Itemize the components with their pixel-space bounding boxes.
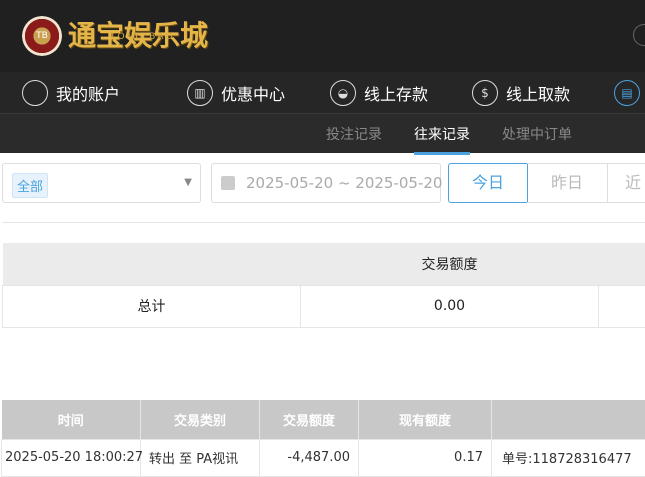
summary-header: 交易额度: [300, 243, 599, 285]
column-header: 交易类别: [140, 400, 260, 439]
type-tag[interactable]: 全部: [12, 173, 49, 198]
yesterday-button[interactable]: 昨日: [527, 163, 608, 203]
nav-promotions[interactable]: ▥ 优惠中心: [187, 80, 285, 106]
column-header: [491, 400, 645, 439]
nav-label: 线上存款: [364, 85, 429, 104]
date-range-input[interactable]: 2025-05-20 ~ 2025-05-20: [211, 163, 443, 203]
sub-nav: 投注记录 往来记录 处理中订单: [0, 114, 645, 155]
column-header: 现有额度: [358, 400, 492, 439]
recent-days-button[interactable]: 近: [607, 163, 645, 203]
header: TB 通宝娱乐城 TONG BAO: [0, 0, 645, 72]
logo-chip-icon: TB: [22, 16, 62, 56]
divider: [2, 222, 645, 223]
summary-cell: 总计: [2, 284, 301, 328]
nav-records[interactable]: ▤: [614, 80, 640, 106]
nav-label: 我的账户: [56, 85, 121, 104]
summary-cell: 0.00: [300, 284, 599, 328]
column-header: 交易额度: [259, 400, 359, 439]
transactions-table: 时间 交易类别 交易额度 现有额度 2025-05-20 18:00:27 转出…: [1, 400, 645, 477]
calendar-icon: [221, 176, 235, 190]
cell-amount: -4,487.00: [259, 438, 359, 477]
cell-time: 2025-05-20 18:00:27: [1, 438, 143, 477]
logo-subtext: TONG BAO: [110, 32, 175, 42]
type-select[interactable]: 全部 ▼: [2, 163, 201, 203]
nav-label: 线上取款: [506, 85, 571, 104]
main-nav: 我的账户 ▥ 优惠中心 ◒ 线上存款 $ 线上取款 ▤: [0, 72, 645, 114]
nav-label: 优惠中心: [221, 85, 286, 104]
caret-down-icon: ▼: [184, 177, 192, 188]
summary-row: 总计 0.00: [2, 284, 645, 328]
tab-pending-orders[interactable]: 处理中订单: [502, 124, 572, 144]
deposit-icon: ◒: [330, 80, 356, 106]
summary-header: [598, 243, 645, 285]
record-icon: ▤: [614, 80, 640, 106]
cell-order-number: 单号:118728316477: [491, 438, 645, 477]
user-icon[interactable]: [633, 24, 645, 46]
date-range-value: 2025-05-20 ~ 2025-05-20: [246, 174, 443, 192]
tab-bet-records[interactable]: 投注记录: [326, 124, 382, 144]
table-row: 2025-05-20 18:00:27 转出 至 PA视讯 -4,487.00 …: [1, 438, 645, 477]
withdraw-icon: $: [472, 80, 498, 106]
gift-icon: ▥: [187, 80, 213, 106]
cell-type: 转出 至 PA视讯: [140, 438, 260, 477]
summary-table: 交易额度 总计 0.00: [2, 243, 645, 328]
summary-header: [2, 243, 301, 285]
summary-cell: [598, 284, 645, 328]
nav-deposit[interactable]: ◒ 线上存款: [330, 80, 428, 106]
tab-transaction-records[interactable]: 往来记录: [414, 124, 470, 155]
nav-my-account[interactable]: 我的账户: [22, 80, 120, 106]
nav-withdraw[interactable]: $ 线上取款: [472, 80, 570, 106]
user-icon: [22, 80, 48, 106]
today-button[interactable]: 今日: [448, 163, 528, 203]
cell-balance: 0.17: [358, 438, 492, 477]
column-header: 时间: [1, 400, 141, 439]
